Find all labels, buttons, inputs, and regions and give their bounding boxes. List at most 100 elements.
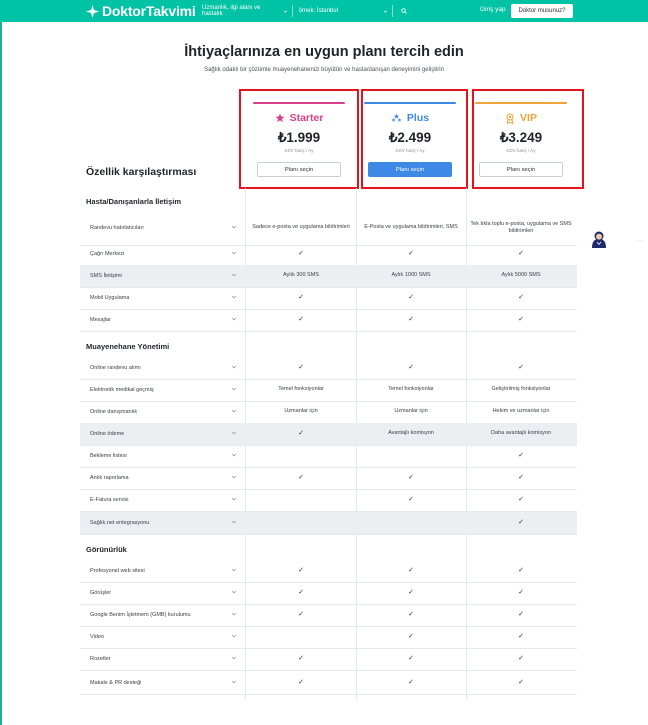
chevron-down-icon[interactable] (231, 250, 237, 256)
top-navigation-bar: DoktorTakvimi Uzmanlık, ilgi alanı ve ha… (0, 0, 648, 22)
chevron-down-icon[interactable] (231, 430, 237, 436)
chevron-down-icon[interactable] (231, 474, 237, 480)
feature-value: Daha avantajlı komisyon (491, 430, 551, 437)
feature-row[interactable]: Bekleme listesi ✓ (80, 445, 577, 467)
location-search-input[interactable]: örnek: İstanbul (293, 5, 394, 17)
chevron-down-icon[interactable] (231, 294, 237, 300)
feature-value: E-Posta ve uygulama bildirimleri, SMS (364, 224, 458, 231)
check-icon: ✓ (298, 316, 304, 324)
feature-row[interactable]: SMS İletişimi Aylık 300 SMS Aylık 1000 SMS… (80, 265, 577, 287)
feature-label: Online randevu alımı (90, 365, 141, 371)
check-icon: ✓ (518, 633, 524, 641)
check-icon: ✓ (298, 611, 304, 619)
feature-row[interactable]: Elektronik medikal geçmiş Temel fonksiyon… (80, 379, 577, 401)
page-frame-edge (0, 22, 2, 725)
check-icon: ✓ (298, 679, 304, 687)
feature-label: Online danışmanlık (90, 409, 138, 415)
doctor-signup-button[interactable]: Doktor musunuz? (511, 4, 573, 18)
search-button[interactable] (393, 5, 415, 17)
feature-row[interactable]: Online danışmanlık Uzmanlar için Uzmanlar … (80, 401, 577, 423)
check-icon: ✓ (408, 589, 414, 597)
feature-row[interactable]: Online ödeme ✓ Avantajlı komisyon Daha avan… (80, 423, 577, 445)
feature-label: SMS İletişimi (90, 273, 122, 279)
chevron-down-icon[interactable] (231, 589, 237, 595)
feature-row[interactable]: Makale & PR desteği ✓ ✓ ✓ (80, 672, 577, 694)
feature-value: Sadece e-posta ve uygulama bildirimleri (252, 224, 350, 231)
chevron-down-icon[interactable] (231, 496, 237, 502)
feature-row[interactable]: Görüşler ✓ ✓ ✓ (80, 582, 577, 604)
chevron-down-icon[interactable] (231, 611, 237, 617)
support-agent-avatar-icon[interactable] (588, 228, 610, 250)
chevron-down-icon[interactable] (231, 386, 237, 392)
feature-label: Sağlık.net entegrasyonu (90, 520, 150, 526)
feature-label: Rozetler (90, 656, 111, 662)
row-divider (80, 534, 577, 535)
chevron-down-icon (283, 10, 287, 13)
row-divider (80, 694, 577, 695)
feature-row[interactable]: Çağrı Merkezi ✓ ✓ ✓ (80, 243, 577, 265)
specialty-search-input[interactable]: Uzmanlık, ilgi alanı ve hastalık (198, 5, 293, 17)
section-title: Hasta/Danışanlarla İletişim (86, 197, 182, 206)
feature-value: Temel fonksiyonlar (388, 386, 434, 393)
chevron-down-icon[interactable] (231, 408, 237, 414)
feature-value (246, 512, 356, 534)
check-icon: ✓ (408, 364, 414, 372)
feature-label: E-Fatura servisi (90, 497, 129, 503)
check-icon: ✓ (298, 567, 304, 575)
check-icon: ✓ (518, 589, 524, 597)
chevron-down-icon[interactable] (231, 679, 237, 685)
comparison-title: Özellik karşılaştırması (86, 166, 197, 178)
feature-value: Hekim ve uzmanlar için (492, 408, 550, 415)
check-icon: ✓ (408, 250, 414, 258)
chevron-down-icon[interactable] (231, 224, 237, 230)
check-icon: ✓ (518, 294, 524, 302)
chevron-down-icon[interactable] (231, 452, 237, 458)
check-icon: ✓ (408, 679, 414, 687)
feature-row[interactable]: E-Fatura servisi ✓ ✓ (80, 489, 577, 511)
feature-value: Geliştirilmiş fonksiyonlar (491, 386, 551, 393)
check-icon: ✓ (518, 316, 524, 324)
feature-label: Anlık raporlama (90, 475, 129, 481)
chevron-down-icon[interactable] (231, 272, 237, 278)
feature-row[interactable]: Google Benim İşletmem (GMB) kurulumu ✓ ✓ ✓ (80, 604, 577, 626)
feature-row[interactable]: Mesajlar ✓ ✓ ✓ (80, 309, 577, 331)
check-icon: ✓ (518, 611, 524, 619)
check-icon: ✓ (408, 567, 414, 575)
check-icon: ✓ (518, 496, 524, 504)
feature-value: Aylık 300 SMS (283, 272, 319, 279)
feature-label: Çağrı Merkezi (90, 251, 125, 257)
feature-row[interactable]: Sağlık.net entegrasyonu ✓ (80, 512, 577, 534)
feature-row[interactable]: Profesyonel web sitesi ✓ ✓ ✓ (80, 560, 577, 582)
chevron-down-icon[interactable] (231, 567, 237, 573)
check-icon: ✓ (298, 430, 304, 438)
feature-label: Elektronik medikal geçmiş (90, 387, 154, 393)
search-icon (401, 8, 407, 14)
feature-row[interactable]: Randevu hatırlatıcıları Sadece e-posta ve… (80, 211, 577, 245)
brand-name: DoktorTakvimi (102, 3, 196, 19)
brand-logo[interactable]: DoktorTakvimi (86, 2, 196, 20)
feature-row[interactable]: Video ✓ ✓ (80, 626, 577, 648)
feature-row[interactable]: Rozetler ✓ ✓ ✓ (80, 648, 577, 670)
row-divider (80, 670, 577, 671)
chevron-down-icon[interactable] (231, 364, 237, 370)
highlight-box-vip (472, 89, 584, 189)
feature-value: Aylık 1000 SMS (391, 272, 431, 279)
feature-label: Mesajlar (90, 317, 111, 323)
check-icon: ✓ (298, 250, 304, 258)
feature-row[interactable]: Mobil Uygulama ✓ ✓ ✓ (80, 287, 577, 309)
feature-row[interactable]: Online randevu alımı ✓ ✓ ✓ (80, 357, 577, 379)
feature-label: Makale & PR desteği (90, 680, 142, 686)
chevron-down-icon[interactable] (231, 316, 237, 322)
chevron-down-icon[interactable] (231, 633, 237, 639)
check-icon: ✓ (408, 655, 414, 663)
feature-row[interactable]: Anlık raporlama ✓ ✓ ✓ (80, 467, 577, 489)
chevron-down-icon[interactable] (231, 519, 237, 525)
widget-more-icon[interactable]: ·· (637, 238, 643, 244)
highlight-box-plus (361, 89, 468, 189)
login-link[interactable]: Giriş yap (480, 6, 506, 13)
feature-label: Randevu hatırlatıcıları (90, 225, 144, 231)
check-icon: ✓ (518, 452, 524, 460)
feature-label: Mobil Uygulama (90, 295, 130, 301)
chevron-down-icon[interactable] (231, 655, 237, 661)
feature-value (356, 512, 466, 534)
